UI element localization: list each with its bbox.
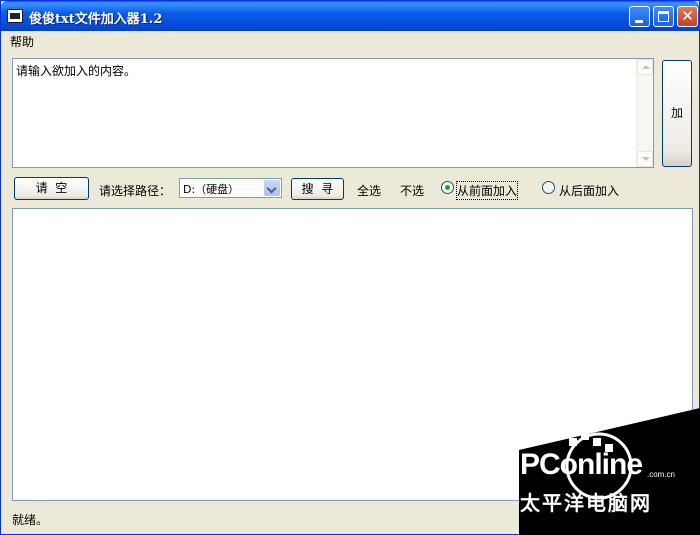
maximize-button[interactable] [653,6,674,27]
app-icon[interactable] [7,9,23,23]
content-textarea[interactable]: 请输入欲加入的内容。 [12,58,654,168]
content-placeholder: 请输入欲加入的内容。 [16,64,137,78]
watermark-brand: PConline [520,448,643,481]
watermark-domain: .com.cn [647,470,676,479]
watermark-chinese: 太平洋电脑网 [520,491,652,515]
title-bar[interactable]: 俊俊txt文件加入器1.2 ✕ [1,1,699,31]
path-label: 请选择路径： [99,184,172,198]
menu-help[interactable]: 帮助 [10,33,34,50]
window-title: 俊俊txt文件加入器1.2 [29,12,163,27]
radio-back-label[interactable]: 从后面加入 [559,182,619,199]
radio-front-label[interactable]: 从前面加入 [455,181,519,200]
clear-button[interactable]: 请 空 [14,177,89,200]
close-icon: ✕ [681,7,694,25]
scroll-up-button[interactable] [637,59,653,75]
radio-front[interactable] [441,181,454,194]
search-button[interactable]: 搜 寻 [291,178,344,200]
select-none-link[interactable]: 不选 [400,182,424,199]
select-all-link[interactable]: 全选 [357,182,381,199]
arrow-up-icon [642,65,650,69]
content-scrollbar[interactable] [636,59,653,167]
arrow-down-icon [642,157,650,161]
add-button[interactable]: 加 [662,60,692,167]
status-bar-text: 就绪。 [12,513,49,527]
maximize-icon [658,11,669,22]
menu-bar: 帮助 [1,31,699,50]
close-button[interactable]: ✕ [677,6,698,27]
radio-selected-dot [445,185,450,190]
minimize-icon [635,20,643,23]
drive-select[interactable]: D:（硬盘） [179,178,282,198]
scroll-down-button[interactable] [637,151,653,167]
minimize-button[interactable] [629,6,650,27]
drive-select-value: D:（硬盘） [183,183,240,196]
chevron-down-icon[interactable] [264,180,280,196]
add-button-label: 加 [670,106,683,120]
radio-back[interactable] [542,181,555,194]
